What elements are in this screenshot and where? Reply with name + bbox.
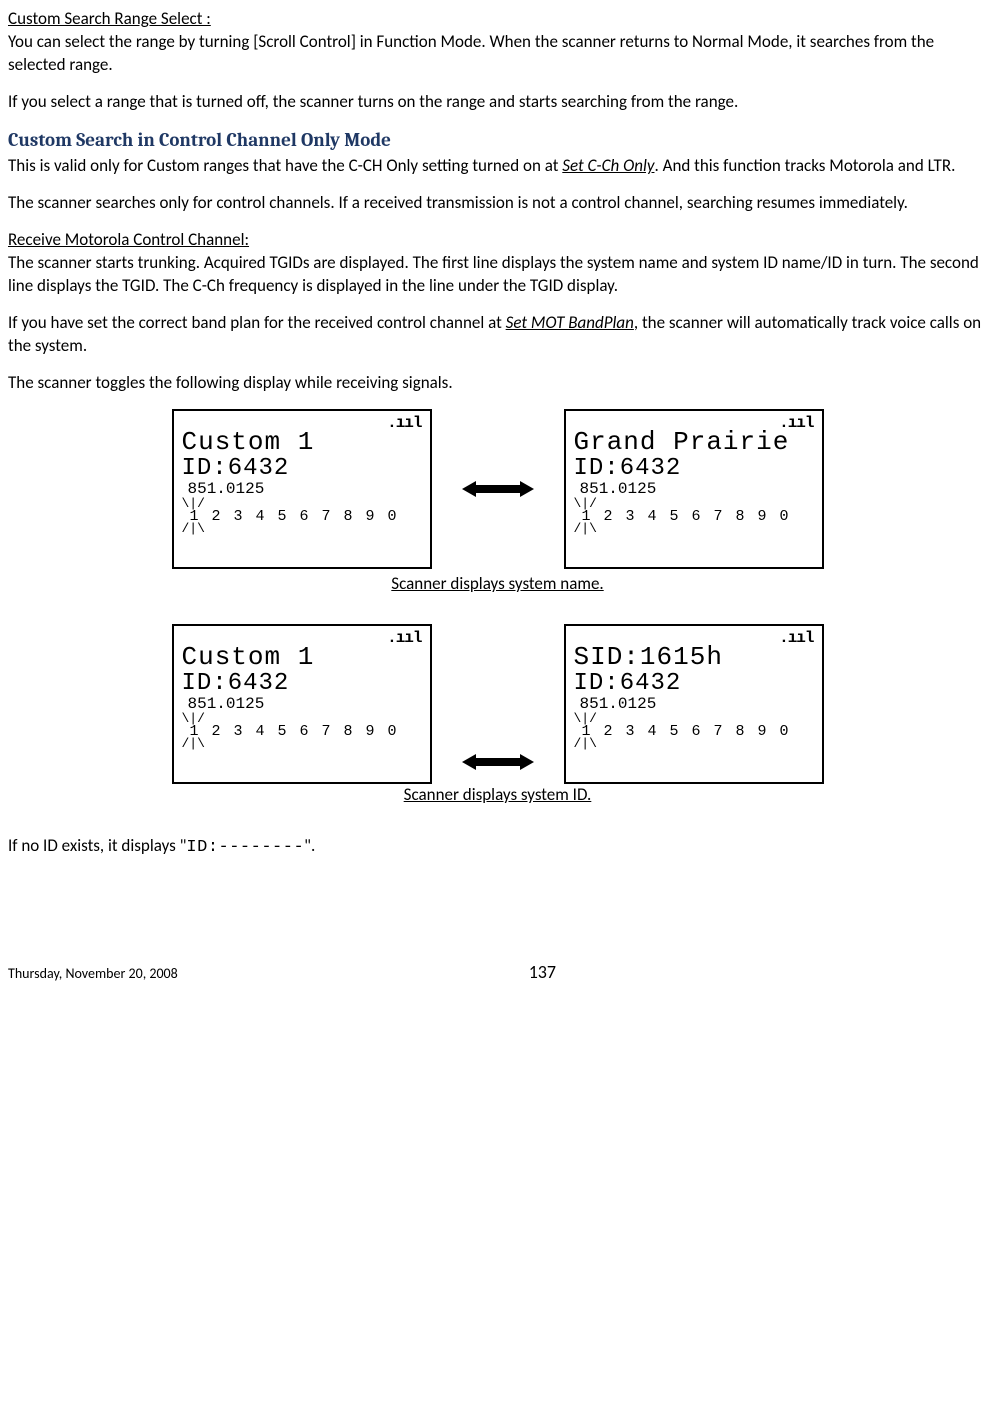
footer-page-number: 137 <box>529 960 556 984</box>
text-fragment: This is valid only for Custom ranges tha… <box>8 155 562 176</box>
section-title-receive-mot: Receive Motorola Control Channel: <box>8 229 987 252</box>
antenna-icon-bot: /|\ <box>182 739 422 749</box>
lcd-line3: 851.0125 <box>574 481 814 499</box>
lcd-screen-sid: .ııl SID:1615h ID:6432 851.0125 \|/ 1 2 … <box>564 624 824 784</box>
display-group-2: .ııl Custom 1 ID:6432 851.0125 \|/ 1 2 3… <box>8 624 987 807</box>
text-fragment: If you have set the correct band plan fo… <box>8 312 506 333</box>
caption-system-id: Scanner displays system ID. <box>8 784 987 807</box>
lcd-line2: ID:6432 <box>182 456 422 481</box>
lcd-numbers: 1 2 3 4 5 6 7 8 9 0 <box>182 724 422 739</box>
lcd-line2: ID:6432 <box>574 456 814 481</box>
link-set-mot-bandplan[interactable]: Set MOT BandPlan <box>506 312 634 333</box>
lcd-numbers: 1 2 3 4 5 6 7 8 9 0 <box>182 509 422 524</box>
lcd-line1: Grand Prairie <box>574 429 814 456</box>
heading-cc-only-mode: Custom Search in Control Channel Only Mo… <box>8 128 987 154</box>
para-receive-mot-3: The scanner toggles the following displa… <box>8 372 987 395</box>
para-no-id: If no ID exists, it displays "ID:-------… <box>8 835 987 860</box>
lcd-screen-grand-prairie: .ııl Grand Prairie ID:6432 851.0125 \|/ … <box>564 409 824 569</box>
lcd-line3: 851.0125 <box>182 481 422 499</box>
para-cc-only-2: The scanner searches only for control ch… <box>8 192 987 215</box>
antenna-icon-bot: /|\ <box>182 524 422 534</box>
text-fragment: ". <box>304 835 315 856</box>
lcd-line3: 851.0125 <box>182 696 422 714</box>
section-title-range-select: Custom Search Range Select : <box>8 8 987 31</box>
antenna-icon-bot: /|\ <box>574 524 814 534</box>
double-arrow-icon <box>462 752 534 772</box>
page-footer: Thursday, November 20, 2008 137 <box>8 960 987 984</box>
text-fragment: If no ID exists, it displays " <box>8 835 186 856</box>
para-cc-only-1: This is valid only for Custom ranges tha… <box>8 155 987 178</box>
lcd-numbers: 1 2 3 4 5 6 7 8 9 0 <box>574 724 814 739</box>
footer-date: Thursday, November 20, 2008 <box>8 965 178 984</box>
mono-id-dashes: ID:-------- <box>186 838 304 857</box>
para-range-select-1: You can select the range by turning [Scr… <box>8 31 987 77</box>
antenna-icon-bot: /|\ <box>574 739 814 749</box>
lcd-line1: SID:1615h <box>574 644 814 671</box>
lcd-line2: ID:6432 <box>574 671 814 696</box>
caption-system-name: Scanner displays system name. <box>8 573 987 596</box>
display-group-1: .ııl Custom 1 ID:6432 851.0125 \|/ 1 2 3… <box>8 409 987 596</box>
double-arrow-icon <box>462 479 534 499</box>
lcd-line1: Custom 1 <box>182 429 422 456</box>
link-set-cch-only[interactable]: Set C-Ch Only <box>562 155 654 176</box>
lcd-line2: ID:6432 <box>182 671 422 696</box>
lcd-screen-custom1-b: .ııl Custom 1 ID:6432 851.0125 \|/ 1 2 3… <box>172 624 432 784</box>
lcd-screen-custom1-a: .ııl Custom 1 ID:6432 851.0125 \|/ 1 2 3… <box>172 409 432 569</box>
para-receive-mot-2: If you have set the correct band plan fo… <box>8 312 987 358</box>
lcd-line3: 851.0125 <box>574 696 814 714</box>
para-range-select-2: If you select a range that is turned off… <box>8 91 987 114</box>
lcd-numbers: 1 2 3 4 5 6 7 8 9 0 <box>574 509 814 524</box>
para-receive-mot-1: The scanner starts trunking. Acquired TG… <box>8 252 987 298</box>
text-fragment: . And this function tracks Motorola and … <box>654 155 955 176</box>
lcd-line1: Custom 1 <box>182 644 422 671</box>
